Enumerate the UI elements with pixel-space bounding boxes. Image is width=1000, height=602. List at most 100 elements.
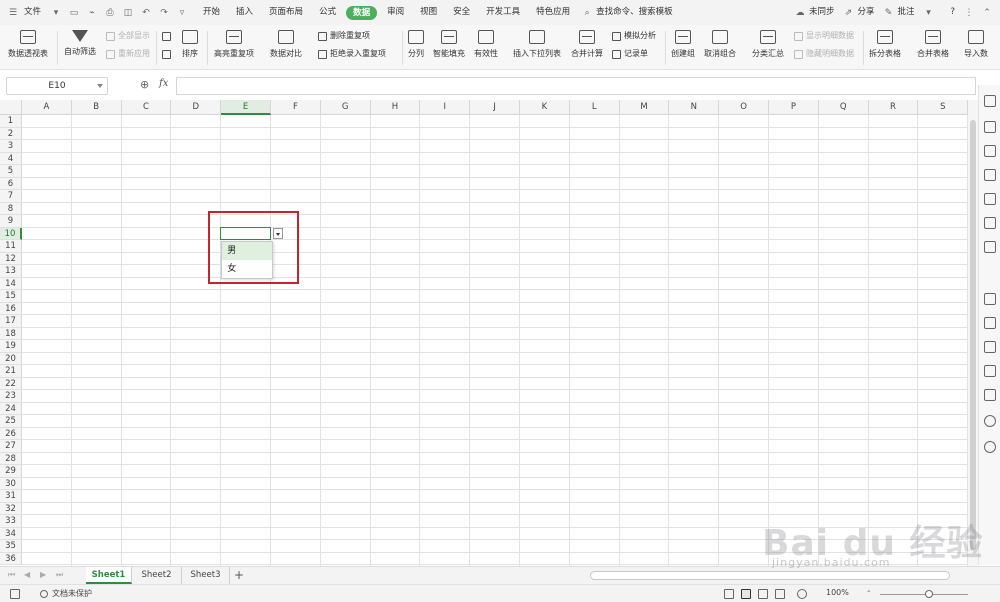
magnifier-icon[interactable]: ⊕ — [140, 79, 152, 91]
row-header-32[interactable]: 32 — [0, 502, 22, 515]
subtotal-button[interactable]: 分类汇总 — [752, 25, 784, 59]
row-header-4[interactable]: 4 — [0, 152, 22, 165]
row-header-27[interactable]: 27 — [0, 440, 22, 453]
zoom-out-button[interactable]: - — [867, 586, 871, 597]
zoom-level[interactable]: 100% — [826, 588, 849, 597]
add-sheet-button[interactable]: + — [232, 567, 246, 584]
row-header-16[interactable]: 16 — [0, 302, 22, 315]
column-header-o[interactable]: O — [719, 100, 769, 115]
image-icon[interactable] — [984, 365, 996, 377]
autofilter-button[interactable]: 自动筛选 — [64, 25, 96, 57]
vertical-scrollbar[interactable] — [968, 100, 978, 566]
column-header-e[interactable]: E — [221, 100, 271, 115]
share-out-icon[interactable] — [984, 317, 996, 329]
reapply-button[interactable]: 重新应用 — [106, 48, 150, 60]
column-header-b[interactable]: B — [71, 100, 122, 115]
tab-page-layout[interactable]: 页面布局 — [263, 0, 309, 25]
show-detail-button[interactable]: 显示明细数据 — [794, 30, 854, 42]
column-header-i[interactable]: I — [420, 100, 471, 115]
row-header-20[interactable]: 20 — [0, 352, 22, 365]
row-header-14[interactable]: 14 — [0, 277, 22, 290]
chevron-down-icon[interactable] — [97, 84, 103, 88]
ungroup-button[interactable]: 取消组合 — [704, 25, 736, 59]
row-header-11[interactable]: 11 — [0, 240, 22, 253]
redo-icon[interactable]: ↷ — [159, 8, 169, 18]
copy-icon[interactable] — [984, 293, 996, 305]
row-header-23[interactable]: 23 — [0, 390, 22, 403]
save-icon[interactable]: ▭ — [69, 8, 79, 18]
style-icon[interactable] — [984, 121, 996, 133]
column-header-d[interactable]: D — [171, 100, 222, 115]
apps-icon[interactable] — [984, 193, 996, 205]
row-header-24[interactable]: 24 — [0, 402, 22, 415]
shape-icon[interactable] — [984, 145, 996, 157]
row-header-2[interactable]: 2 — [0, 127, 22, 140]
page-break-view-icon[interactable] — [758, 589, 768, 599]
row-header-31[interactable]: 31 — [0, 490, 22, 503]
column-header-l[interactable]: L — [569, 100, 620, 115]
help-button[interactable]: ? — [945, 0, 960, 25]
row-header-35[interactable]: 35 — [0, 540, 22, 553]
format-painter-icon[interactable]: ⌁ — [87, 8, 97, 18]
row-header-19[interactable]: 19 — [0, 340, 22, 353]
row-header-8[interactable]: 8 — [0, 202, 22, 215]
row-header-28[interactable]: 28 — [0, 452, 22, 465]
record-form-button[interactable]: 记录单 — [612, 48, 648, 60]
next-sheet-icon[interactable]: ▶ — [40, 570, 46, 579]
zoom-slider[interactable] — [880, 594, 968, 595]
eye-protection-icon[interactable] — [797, 589, 807, 599]
document-protection-status[interactable]: 文档未保护 — [40, 588, 92, 599]
row-header-21[interactable]: 21 — [0, 365, 22, 378]
column-header-r[interactable]: R — [868, 100, 919, 115]
hamburger-menu-icon[interactable]: ☰ — [8, 8, 18, 18]
sheet-tab-sheet3[interactable]: Sheet3 — [182, 567, 230, 584]
row-header-10[interactable]: 10 — [0, 227, 22, 240]
split-column-button[interactable]: 分列 — [408, 25, 424, 59]
chevron-down-icon[interactable]: ▾ — [51, 8, 61, 18]
row-header-5[interactable]: 5 — [0, 165, 22, 178]
column-header-p[interactable]: P — [769, 100, 819, 115]
grid-settings-icon[interactable] — [984, 241, 996, 253]
column-header-f[interactable]: F — [271, 100, 321, 115]
column-header-m[interactable]: M — [619, 100, 670, 115]
what-if-analysis-button[interactable]: 模拟分析 — [612, 30, 656, 42]
prev-sheet-icon[interactable]: ◀ — [24, 570, 30, 579]
first-sheet-icon[interactable]: ⏮ — [8, 570, 15, 580]
row-header-34[interactable]: 34 — [0, 527, 22, 540]
collapse-ribbon-icon[interactable]: ⌃ — [982, 8, 992, 18]
column-header-c[interactable]: C — [121, 100, 172, 115]
consolidate-button[interactable]: 合并计算 — [571, 25, 603, 59]
chart-icon[interactable] — [984, 217, 996, 229]
comment-button[interactable]: 批注 — [897, 0, 919, 25]
chevron-down-icon[interactable]: ▾ — [923, 8, 933, 18]
help-icon[interactable] — [984, 441, 996, 453]
row-header-13[interactable]: 13 — [0, 265, 22, 278]
history-icon[interactable] — [984, 415, 996, 427]
insert-function-button[interactable]: fx — [159, 78, 168, 89]
row-header-25[interactable]: 25 — [0, 415, 22, 428]
more-icon[interactable]: ⋮ — [964, 8, 974, 18]
show-all-button[interactable]: 全部显示 — [106, 30, 150, 42]
create-group-button[interactable]: 创建组 — [671, 25, 695, 59]
data-compare-button[interactable]: 数据对比 — [270, 25, 302, 59]
select-pointer-icon[interactable] — [984, 95, 996, 107]
print-icon[interactable]: ⎙ — [105, 8, 115, 18]
reading-mode-icon[interactable] — [724, 589, 734, 599]
column-header-k[interactable]: K — [520, 100, 570, 115]
row-header-6[interactable]: 6 — [0, 177, 22, 190]
spreadsheet-grid[interactable]: A B C D E F G H I J K L M N O P Q R S 1 2 3 4 5 6 7 8 9 10 11 12 13 14 15… — [0, 100, 968, 566]
select-all-corner[interactable] — [0, 100, 22, 115]
column-header-a[interactable]: A — [22, 100, 72, 115]
tab-data[interactable]: 数据 — [346, 5, 378, 20]
print-preview-icon[interactable]: ◫ — [123, 8, 133, 18]
column-header-h[interactable]: H — [370, 100, 421, 115]
zoom-slider-handle[interactable] — [925, 590, 933, 598]
normal-view-icon[interactable] — [741, 589, 751, 599]
sync-button[interactable]: 未同步 — [809, 0, 840, 25]
tab-home[interactable]: 开始 — [197, 0, 226, 25]
column-header-s[interactable]: S — [918, 100, 968, 115]
name-box[interactable]: E10 — [6, 77, 108, 95]
row-header-29[interactable]: 29 — [0, 465, 22, 478]
sort-descending-button[interactable] — [162, 48, 174, 60]
hide-detail-button[interactable]: 隐藏明细数据 — [794, 48, 854, 60]
